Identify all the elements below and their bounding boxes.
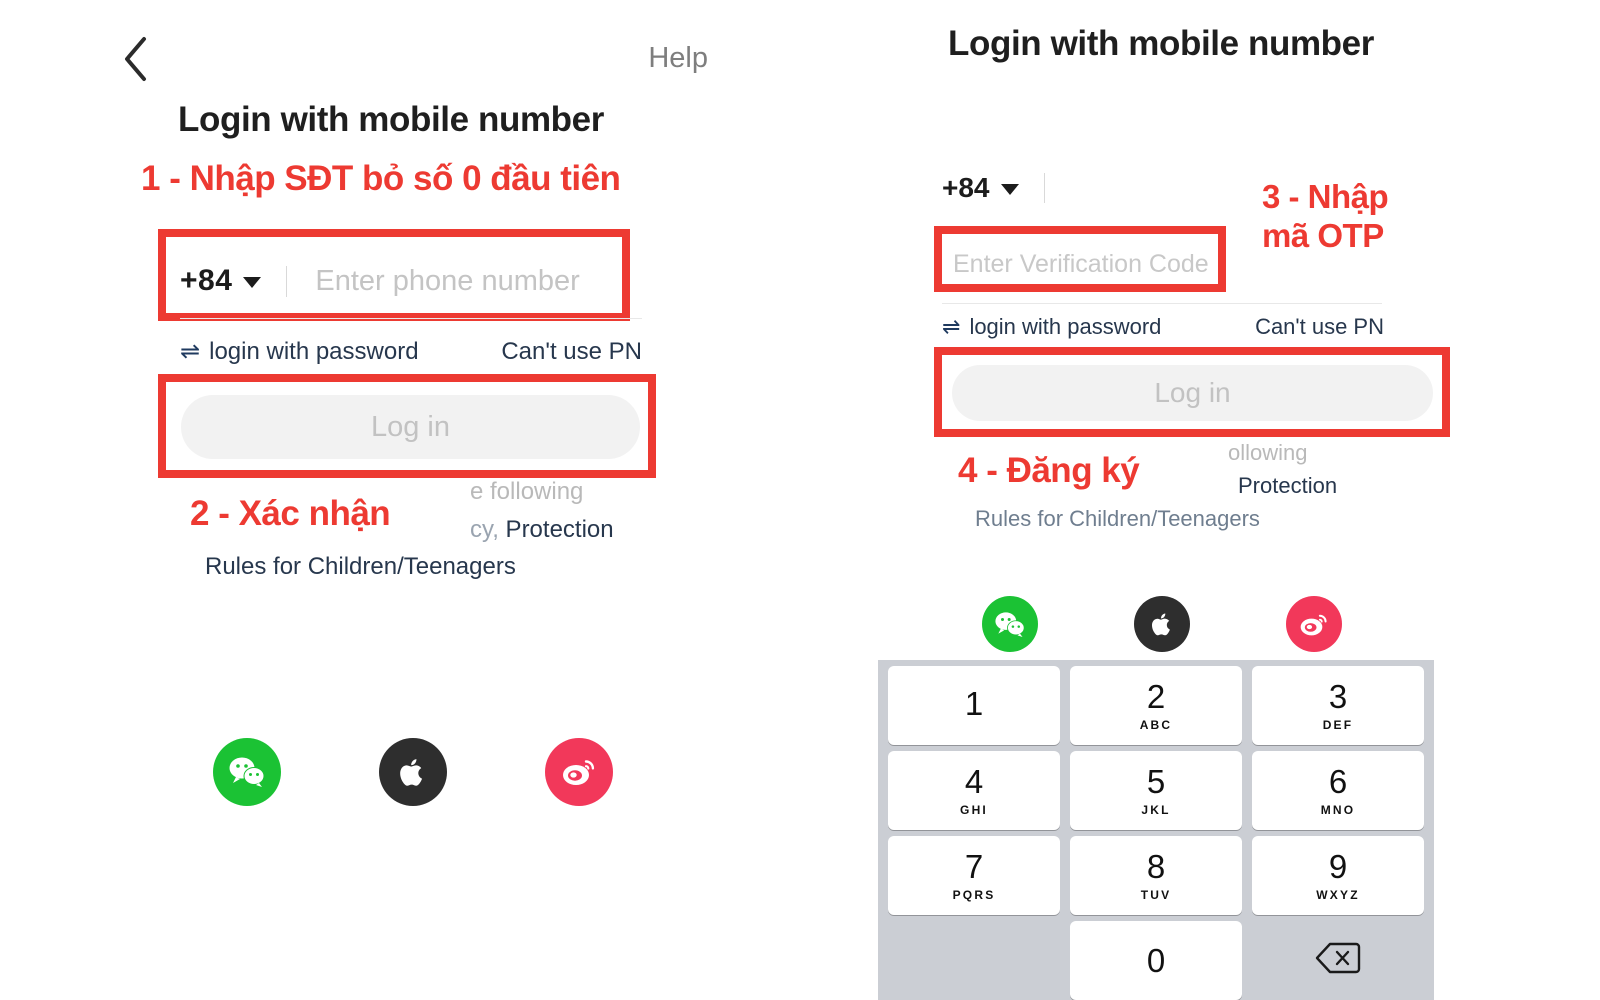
weibo-icon (561, 757, 597, 787)
annotation-step-3: 3 - Nhập mã OTP (1262, 178, 1389, 254)
cant-use-pn-link[interactable]: Can't use PN (501, 338, 642, 366)
terms-text-fragment-mid: cy, Protection (470, 516, 614, 544)
field-divider (286, 265, 288, 297)
key-digit: 1 (964, 684, 984, 722)
phone-input-row[interactable]: +84 Enter phone number (180, 255, 610, 307)
key-letters: TUV (1140, 887, 1172, 902)
help-link[interactable]: Help (648, 42, 708, 75)
key-blank (888, 921, 1060, 1000)
key-letters: MNO (1320, 802, 1356, 817)
terms-protection-link-right[interactable]: Protection (1238, 473, 1337, 499)
keypad-row: 7 PQRS 8 TUV 9 WXYZ (883, 836, 1429, 915)
key-7[interactable]: 7 PQRS (888, 836, 1060, 915)
key-delete[interactable] (1252, 921, 1424, 1000)
key-letters: ABC (1139, 717, 1173, 732)
cant-use-pn-link-right[interactable]: Can't use PN (1255, 314, 1384, 340)
apple-login-button[interactable] (379, 738, 447, 806)
key-0[interactable]: 0 (1070, 921, 1242, 1000)
country-code-value[interactable]: +84 (180, 264, 232, 298)
weibo-login-button[interactable] (545, 738, 613, 806)
country-code-value-right[interactable]: +84 (942, 172, 990, 204)
wechat-login-button-right[interactable] (982, 596, 1038, 652)
login-with-password-label: login with password (209, 338, 419, 365)
key-letters: WXYZ (1316, 887, 1360, 902)
key-letters: JKL (1141, 802, 1171, 817)
apple-login-button-right[interactable] (1134, 596, 1190, 652)
login-with-password-link-right[interactable]: ⇌ login with password (942, 314, 1161, 340)
phone-field-underline (180, 318, 642, 319)
keypad-row: 0 (883, 921, 1429, 1000)
options-row-left: ⇌ login with password Can't use PN (180, 338, 642, 366)
apple-icon (399, 756, 427, 789)
key-digit: 5 (1146, 762, 1166, 800)
rules-for-children-link-right[interactable]: Rules for Children/Teenagers (975, 506, 1260, 532)
terms-protection-link[interactable]: Protection (499, 516, 614, 543)
wechat-icon-right (995, 611, 1025, 637)
key-6[interactable]: 6 MNO (1252, 751, 1424, 830)
terms-text-fragment-top: e following (470, 478, 584, 505)
numeric-keypad: 1 2 ABC 3 DEF 4 GHI 5 JKL 6 MNO 7 PQRS 8… (878, 660, 1434, 1000)
apple-icon-right (1151, 611, 1174, 638)
key-digit: 7 (964, 847, 984, 885)
key-2[interactable]: 2 ABC (1070, 666, 1242, 745)
key-digit: 0 (1146, 942, 1166, 979)
annotation-step-2: 2 - Xác nhận (190, 494, 391, 533)
annotation-step-4: 4 - Đăng ký (958, 451, 1140, 490)
weibo-login-button-right[interactable] (1286, 596, 1342, 652)
key-digit: 3 (1328, 677, 1348, 715)
chevron-down-icon[interactable] (243, 277, 262, 288)
weibo-icon-right (1299, 612, 1329, 637)
rules-for-children-link[interactable]: Rules for Children/Teenagers (205, 553, 516, 581)
login-button-right[interactable]: Log in (952, 365, 1433, 421)
chevron-down-icon-right[interactable] (1000, 184, 1019, 195)
options-row-right: ⇌ login with password Can't use PN (942, 314, 1384, 340)
key-digit: 6 (1328, 762, 1348, 800)
key-letters: GHI (960, 802, 988, 817)
key-digit: 9 (1328, 847, 1348, 885)
swap-arrows-icon-right: ⇌ (942, 314, 961, 339)
social-login-row-right (982, 596, 1342, 652)
verification-field-underline (942, 303, 1382, 304)
country-code-row-right[interactable]: +84 (942, 172, 1045, 204)
social-login-row-left (213, 738, 613, 806)
field-divider-right (1043, 173, 1045, 203)
login-button-label: Log in (370, 410, 450, 443)
key-9[interactable]: 9 WXYZ (1252, 836, 1424, 915)
login-with-password-link[interactable]: ⇌ login with password (180, 338, 419, 366)
annotation-step-1: 1 - Nhập SĐT bỏ số 0 đầu tiên (141, 159, 621, 198)
key-digit: 4 (964, 762, 984, 800)
key-4[interactable]: 4 GHI (888, 751, 1060, 830)
back-button[interactable] (122, 36, 162, 84)
verification-code-input[interactable]: Enter Verification Code (953, 250, 1209, 279)
key-8[interactable]: 8 TUV (1070, 836, 1242, 915)
page-title-left: Login with mobile number (178, 100, 604, 139)
login-button-label-right: Log in (1154, 377, 1231, 408)
key-digit: 2 (1146, 677, 1166, 715)
key-3[interactable]: 3 DEF (1252, 666, 1424, 745)
swap-arrows-icon: ⇌ (180, 338, 201, 365)
page-title-right: Login with mobile number (948, 24, 1374, 63)
chevron-left-icon (122, 36, 162, 82)
key-5[interactable]: 5 JKL (1070, 751, 1242, 830)
terms-text-dim: cy, (470, 516, 499, 543)
wechat-icon (229, 757, 265, 787)
key-digit: 8 (1146, 847, 1166, 885)
login-with-password-label-right: login with password (969, 314, 1162, 339)
key-letters: PQRS (952, 887, 996, 902)
wechat-login-button[interactable] (213, 738, 281, 806)
terms-text-fragment-top-right: ollowing (1228, 440, 1308, 465)
backspace-delete-icon (1315, 941, 1361, 980)
right-phone-screen: Login with mobile number +84 3 - Nhập mã… (820, 0, 1600, 1000)
left-phone-screen: Help Login with mobile number 1 - Nhập S… (0, 0, 820, 1000)
screenshot-root: Help Login with mobile number 1 - Nhập S… (0, 0, 1600, 1000)
login-button-left[interactable]: Log in (181, 395, 640, 459)
keypad-row: 1 2 ABC 3 DEF (883, 666, 1429, 745)
keypad-row: 4 GHI 5 JKL 6 MNO (883, 751, 1429, 830)
key-1[interactable]: 1 (888, 666, 1060, 745)
key-letters: DEF (1322, 717, 1354, 732)
phone-input-placeholder[interactable]: Enter phone number (315, 265, 579, 298)
